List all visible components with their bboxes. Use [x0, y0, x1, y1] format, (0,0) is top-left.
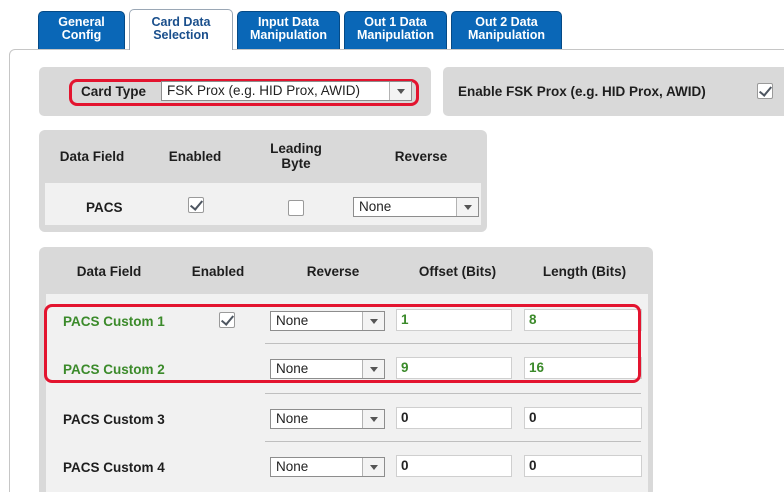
- enable-label: Enable FSK Prox (e.g. HID Prox, AWID): [458, 84, 706, 99]
- custom-row-4-reverse-select[interactable]: None: [270, 457, 385, 477]
- tab-bar: General Config Card Data Selection Input…: [0, 0, 784, 50]
- custom-header-data-field: Data Field: [76, 264, 142, 279]
- tab-out1-data-manipulation[interactable]: Out 1 Data Manipulation: [344, 11, 447, 50]
- chevron-down-icon: [362, 410, 384, 428]
- tab-label-line2: Selection: [153, 28, 209, 42]
- card-type-select[interactable]: FSK Prox (e.g. HID Prox, AWID): [161, 81, 412, 101]
- tab-label-line2: Config: [61, 28, 102, 42]
- custom-row-4-length-input[interactable]: 0: [524, 455, 642, 477]
- pacs-reverse-value: None: [359, 199, 392, 214]
- tab-out2-data-manipulation[interactable]: Out 2 Data Manipulation: [451, 11, 562, 50]
- custom-header-reverse: Reverse: [306, 264, 360, 279]
- tab-label-line2: Manipulation: [356, 28, 435, 42]
- chevron-down-icon: [362, 458, 384, 476]
- custom-row-3-reverse-value: None: [276, 411, 309, 426]
- custom-row-3-offset-input[interactable]: 0: [396, 407, 512, 429]
- custom-row-3-reverse-select[interactable]: None: [270, 409, 385, 429]
- custom-header-offset: Offset (Bits): [418, 264, 497, 279]
- row-divider: [265, 393, 641, 394]
- custom-header-length: Length (Bits): [542, 264, 627, 279]
- custom-row-4-label: PACS Custom 4: [63, 460, 165, 475]
- tab-label-line2: Manipulation: [249, 28, 328, 42]
- custom-header-enabled: Enabled: [191, 264, 245, 279]
- tab-general-config[interactable]: General Config: [38, 11, 125, 50]
- pacs-row-label: PACS: [86, 200, 123, 215]
- custom-row-4-offset-input[interactable]: 0: [396, 455, 512, 477]
- pacs-enabled-checkbox[interactable]: [188, 197, 204, 213]
- leading-line1: Leading: [270, 141, 322, 156]
- pacs-reverse-select[interactable]: None: [353, 197, 479, 217]
- chevron-down-icon: [456, 198, 478, 216]
- tab-input-data-manipulation[interactable]: Input Data Manipulation: [237, 11, 340, 50]
- card-type-value: FSK Prox (e.g. HID Prox, AWID): [167, 83, 361, 98]
- row-divider: [265, 441, 641, 442]
- tab-label-line2: Manipulation: [467, 28, 546, 42]
- pacs-leading-byte-checkbox[interactable]: [288, 200, 304, 216]
- pacs-header-data-field: Data Field: [59, 149, 125, 164]
- pacs-header-leading-byte: Leading Byte: [256, 141, 336, 171]
- tab-card-data-selection[interactable]: Card Data Selection: [129, 9, 233, 50]
- custom-row-3-length-input[interactable]: 0: [524, 407, 642, 429]
- card-type-label: Card Type: [81, 84, 147, 99]
- pacs-header-reverse: Reverse: [394, 149, 448, 164]
- chevron-down-icon: [389, 82, 411, 100]
- leading-line2: Byte: [281, 156, 311, 171]
- custom-row-4-reverse-value: None: [276, 459, 309, 474]
- tab-label-line1: Card Data: [151, 15, 211, 29]
- custom-rows-highlight: [44, 304, 641, 383]
- custom-row-3-label: PACS Custom 3: [63, 412, 165, 427]
- enable-checkbox[interactable]: [757, 83, 773, 99]
- pacs-header-enabled: Enabled: [168, 149, 222, 164]
